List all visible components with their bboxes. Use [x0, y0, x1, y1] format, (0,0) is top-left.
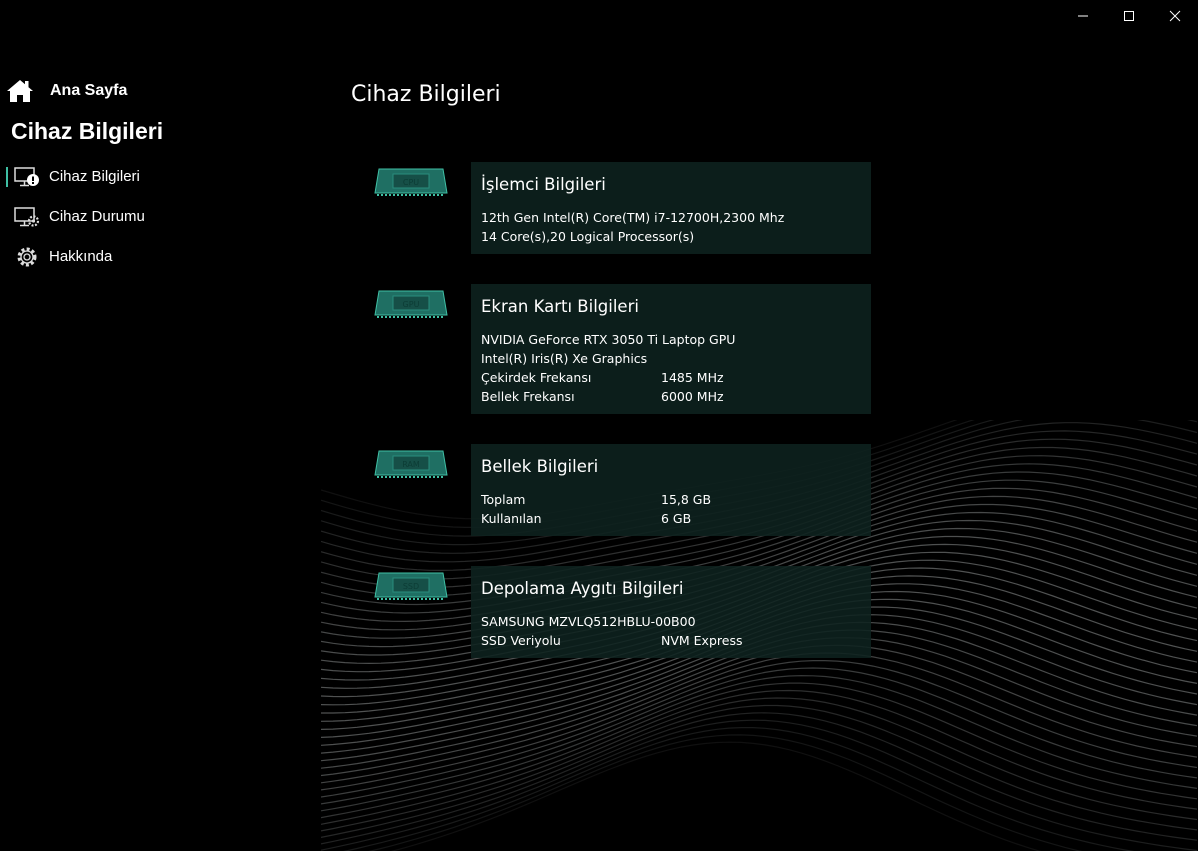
sidebar-item-cihaz-bilgileri[interactable]: Cihaz Bilgileri — [0, 163, 300, 191]
ssd-chip-icon: SSD — [374, 572, 448, 600]
home-label: Ana Sayfa — [50, 82, 128, 99]
storage-info-card: Depolama Aygıtı Bilgileri SAMSUNG MZVLQ5… — [471, 566, 871, 658]
sidebar-section-title: Cihaz Bilgileri — [11, 118, 164, 144]
window-controls — [1060, 0, 1198, 32]
card-pair: SSD Veriyolu NVM Express — [481, 631, 742, 650]
cpu-chip-icon: CPU — [374, 168, 448, 196]
chip-label: RAM — [402, 460, 420, 469]
card-pair: Kullanılan 6 GB — [481, 509, 711, 528]
close-button[interactable] — [1152, 0, 1198, 32]
card-pair: Bellek Frekansı 6000 MHz — [481, 387, 735, 406]
pair-value: NVM Express — [661, 633, 743, 648]
chip-label: CPU — [403, 178, 419, 187]
card-title: İşlemci Bilgileri — [481, 175, 606, 194]
maximize-icon — [1124, 11, 1134, 21]
gpu-chip-icon: GPU — [374, 290, 448, 318]
pair-value: 15,8 GB — [661, 492, 712, 507]
gear-icon — [17, 247, 37, 267]
card-title: Bellek Bilgileri — [481, 457, 599, 476]
maximize-button[interactable] — [1106, 0, 1152, 32]
home-nav-item[interactable]: Ana Sayfa — [6, 78, 127, 104]
card-title: Depolama Aygıtı Bilgileri — [481, 579, 684, 598]
close-icon — [1169, 10, 1181, 22]
minimize-icon — [1078, 15, 1088, 17]
page-title: Cihaz Bilgileri — [351, 82, 501, 107]
pair-value: 1485 MHz — [661, 370, 724, 385]
sidebar-item-label: Cihaz Bilgileri — [49, 168, 140, 185]
card-line: 12th Gen Intel(R) Core(TM) i7-12700H,230… — [481, 210, 785, 225]
memory-info-card: Bellek Bilgileri Toplam 15,8 GB Kullanıl… — [471, 444, 871, 536]
card-pair: Çekirdek Frekansı 1485 MHz — [481, 368, 735, 387]
pair-value: 6000 MHz — [661, 389, 724, 404]
card-line: SAMSUNG MZVLQ512HBLU-00B00 — [481, 614, 696, 629]
pair-key: SSD Veriyolu — [481, 633, 561, 648]
sidebar-item-label: Cihaz Durumu — [49, 208, 145, 225]
ram-chip-icon: RAM — [374, 450, 448, 478]
pair-value: 6 GB — [661, 511, 692, 526]
active-indicator — [6, 167, 8, 187]
chip-label: SSD — [403, 582, 419, 591]
cpu-info-card: İşlemci Bilgileri 12th Gen Intel(R) Core… — [471, 162, 871, 254]
home-icon — [7, 80, 33, 102]
card-title: Ekran Kartı Bilgileri — [481, 297, 639, 316]
pair-key: Kullanılan — [481, 511, 542, 526]
pair-key: Çekirdek Frekansı — [481, 370, 592, 385]
card-line: Intel(R) Iris(R) Xe Graphics — [481, 351, 648, 366]
monitor-gear-icon — [14, 207, 40, 227]
sidebar: Ana Sayfa Cihaz Bilgileri Cihaz Bilgiler… — [0, 0, 320, 851]
minimize-button[interactable] — [1060, 0, 1106, 32]
card-line: 14 Core(s),20 Logical Processor(s) — [481, 229, 695, 244]
card-pair: Toplam 15,8 GB — [481, 490, 711, 509]
sidebar-item-hakkinda[interactable]: Hakkında — [0, 243, 300, 271]
sidebar-item-label: Hakkında — [49, 248, 113, 265]
card-line: NVIDIA GeForce RTX 3050 Ti Laptop GPU — [481, 332, 736, 347]
chip-label: GPU — [403, 300, 420, 309]
pair-key: Bellek Frekansı — [481, 389, 575, 404]
monitor-info-icon — [14, 167, 39, 187]
pair-key: Toplam — [481, 492, 526, 507]
sidebar-item-cihaz-durumu[interactable]: Cihaz Durumu — [0, 203, 300, 231]
gpu-info-card: Ekran Kartı Bilgileri NVIDIA GeForce RTX… — [471, 284, 871, 414]
